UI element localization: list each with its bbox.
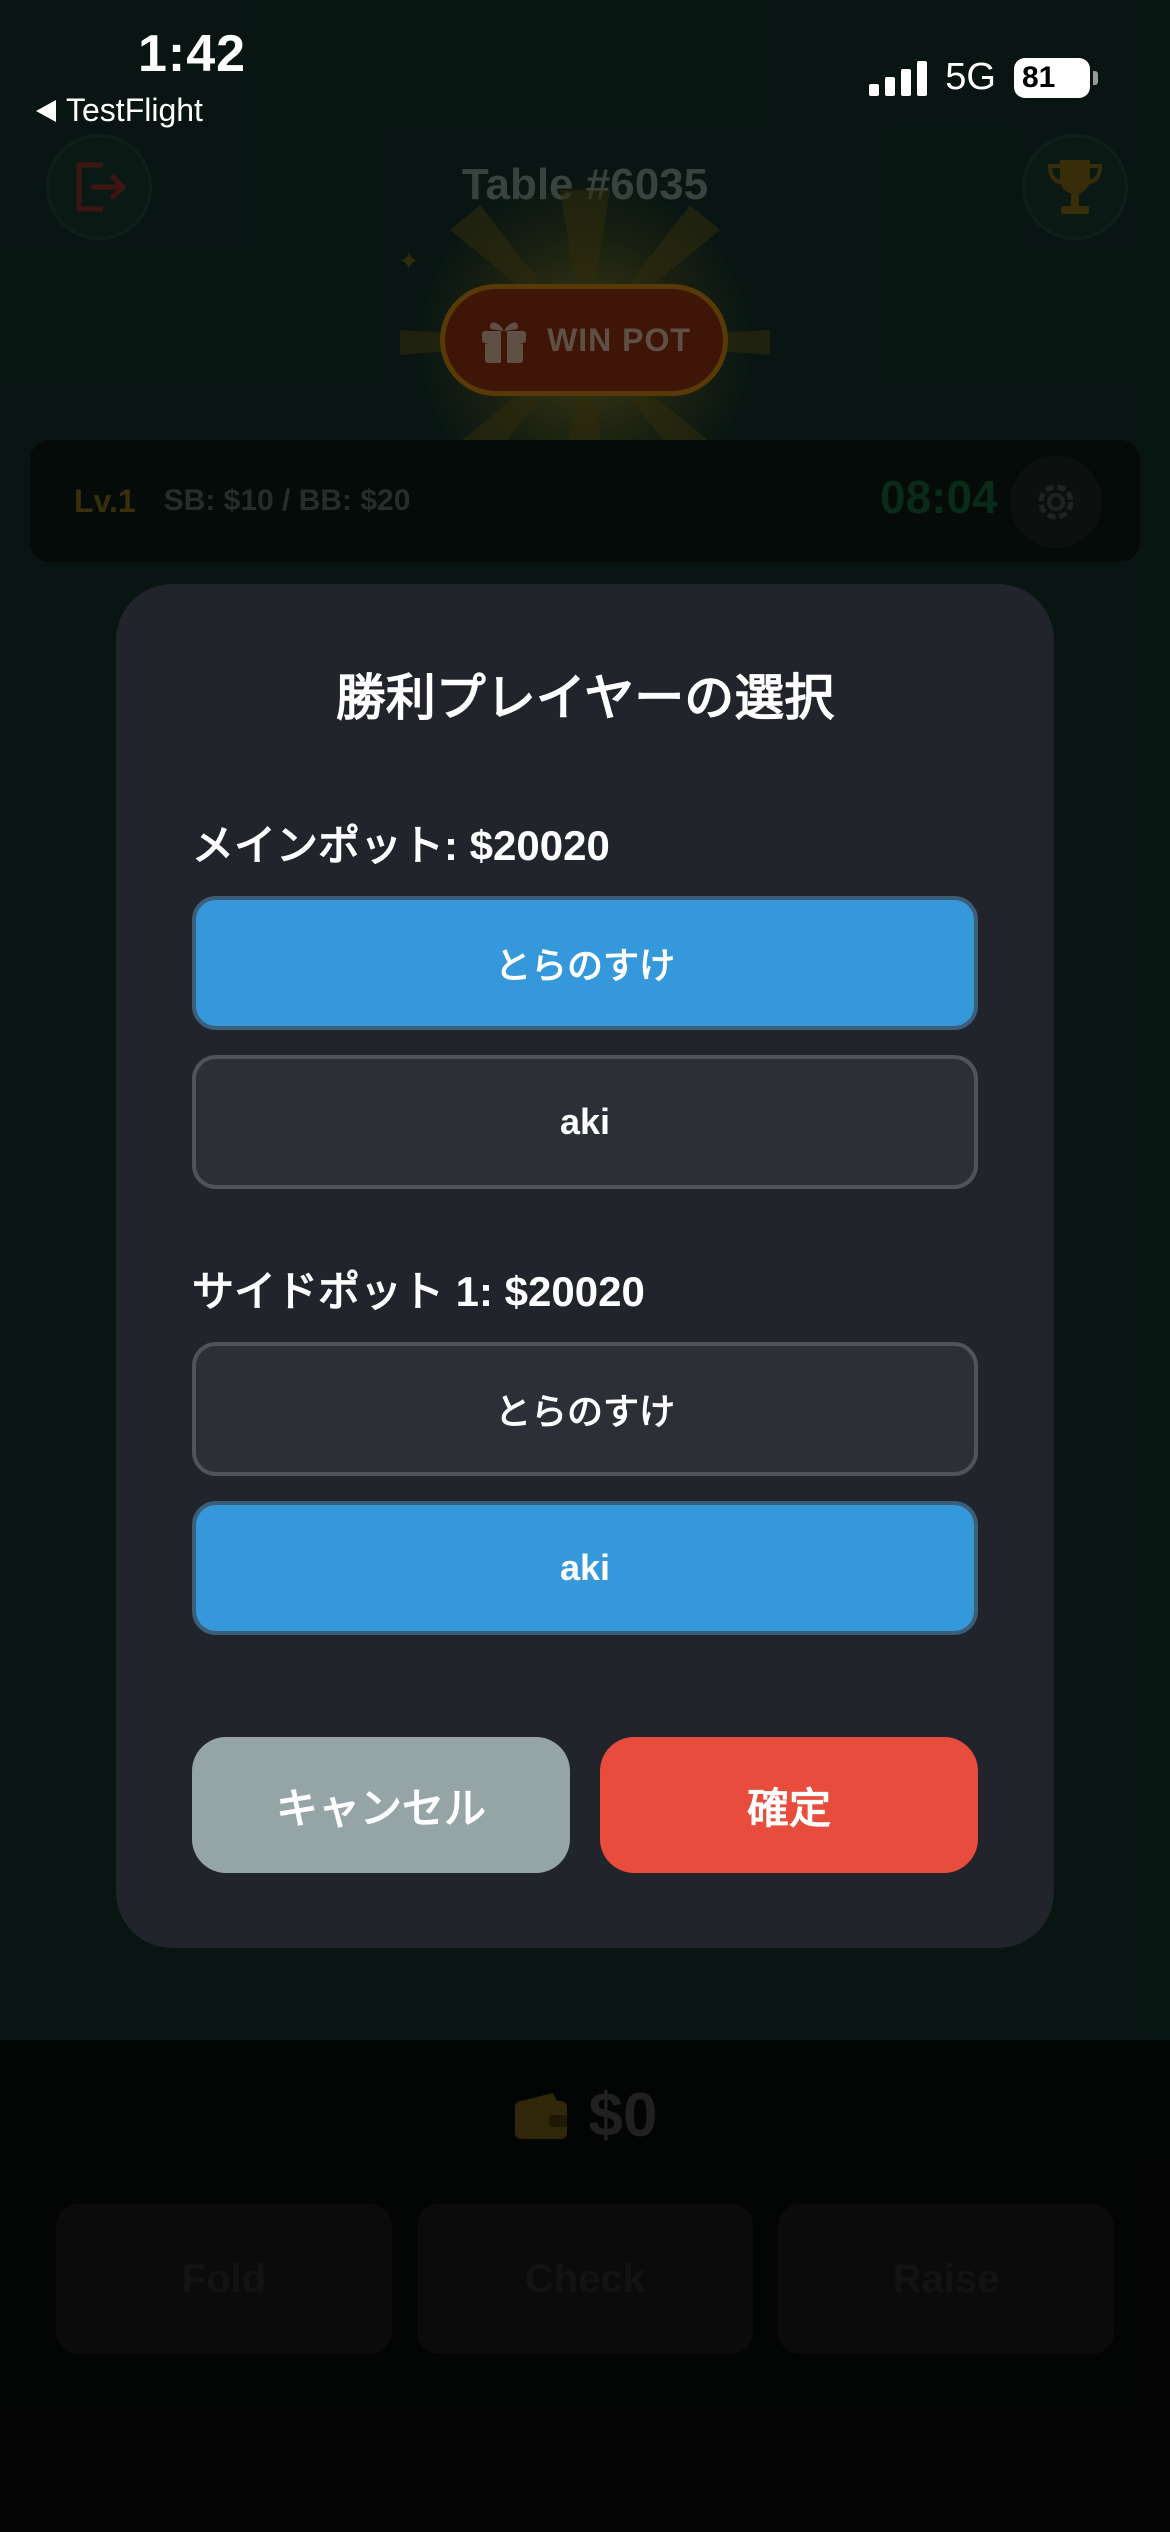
network-type: 5G (945, 56, 996, 98)
main-pot-player-button[interactable]: とらのすけ (192, 896, 978, 1030)
battery-level: 81 (1022, 60, 1056, 94)
confirm-button[interactable]: 確定 (600, 1737, 978, 1873)
status-time: 1:42 (138, 25, 247, 83)
back-arrow-icon (36, 99, 56, 122)
dialog-title: 勝利プレイヤーの選択 (335, 670, 835, 726)
main-pot-label: メインポット: $20020 (192, 822, 610, 869)
signal-icon (869, 60, 928, 96)
back-app-label: TestFlight (66, 92, 203, 128)
side-pot-player-button[interactable]: aki (192, 1501, 978, 1635)
battery-icon: 81 (1014, 57, 1098, 98)
cancel-button[interactable]: キャンセル (192, 1737, 570, 1873)
status-bar: 1:42 TestFlight 5G 81 (0, 0, 1170, 140)
side-pot-player-button[interactable]: とらのすけ (192, 1342, 978, 1476)
status-indicators: 5G 81 (869, 56, 1098, 99)
main-pot-player-button[interactable]: aki (192, 1055, 978, 1189)
back-to-app-link[interactable]: TestFlight (36, 92, 203, 129)
winner-select-dialog: 勝利プレイヤーの選択 メインポット: $20020 とらのすけ aki サイドポ… (116, 584, 1054, 1948)
side-pot-label: サイドポット 1: $20020 (192, 1268, 645, 1315)
